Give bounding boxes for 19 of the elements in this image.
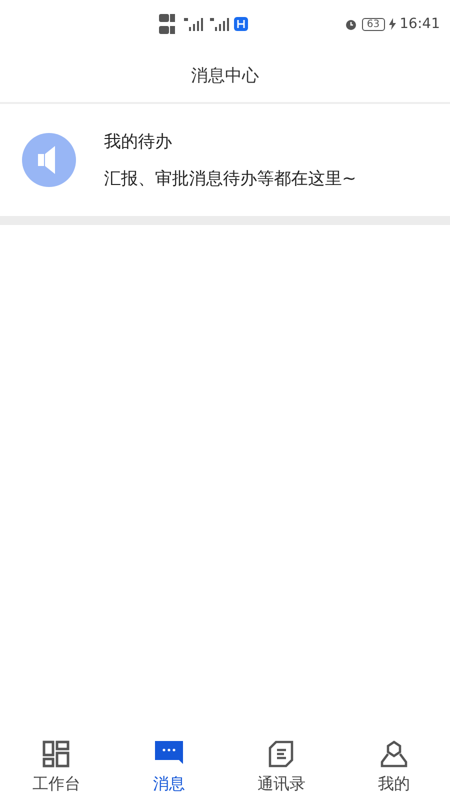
page-title: 消息中心 [191,64,259,86]
speaker-icon [22,133,76,187]
app-icon [234,17,248,31]
tab[interactable]: 消息 [128,740,209,794]
clock-time: 16:41 [400,16,440,32]
charging-icon [388,18,396,30]
tab[interactable]: 工作台 [16,740,96,794]
message-item[interactable]: 我的待办 汇报、审批消息待办等都在这里~ [0,104,450,216]
tab[interactable]: 我的 [354,740,434,794]
alarm-icon [344,17,358,31]
person-icon [380,740,408,768]
message-subtitle: 汇报、审批消息待办等都在这里~ [104,168,356,190]
battery-level: 63 [362,18,385,30]
tab[interactable]: 通讯录 [241,740,322,794]
document-icon [267,740,296,768]
message-title: 我的待办 [104,131,173,153]
signal-icon [182,16,204,32]
signal-icon [208,16,230,32]
grid-icon [42,740,70,768]
